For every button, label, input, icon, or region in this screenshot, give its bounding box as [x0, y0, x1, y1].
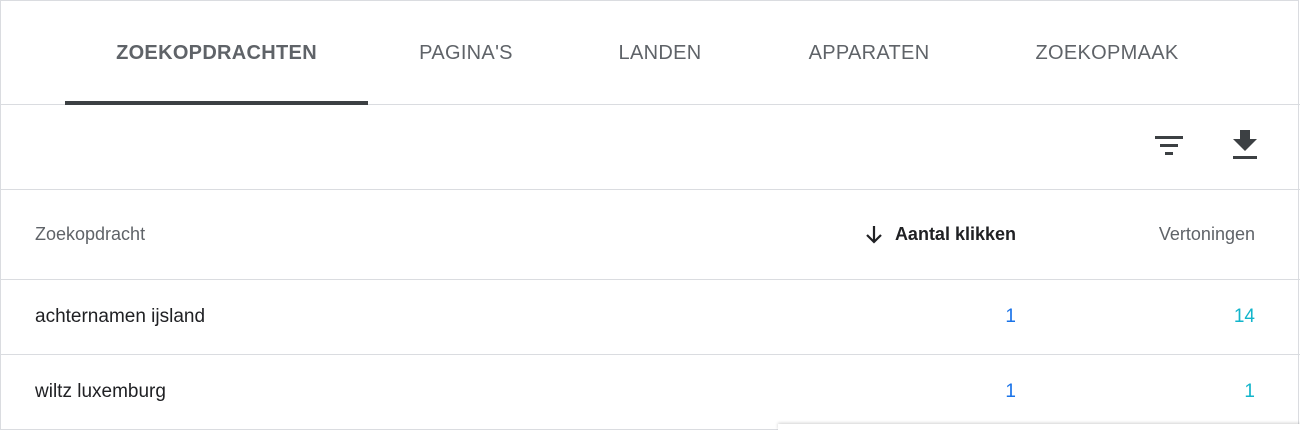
tab-pages-label: PAGINA'S [419, 41, 513, 64]
table-row[interactable]: achternamen ijsland 1 14 [1, 280, 1300, 355]
tab-devices-label: APPARATEN [808, 41, 930, 64]
overlay-card-edge [778, 424, 1300, 430]
impressions-cell: 14 [1233, 306, 1255, 327]
tab-bar: ZOEKOPDRACHTEN PAGINA'S LANDEN APPARATEN… [1, 1, 1300, 105]
column-header-query-label: Zoekopdracht [35, 224, 146, 244]
column-header-query[interactable]: Zoekopdracht [35, 190, 145, 279]
column-header-impressions-label: Vertoningen [1158, 224, 1255, 244]
report-panel: ZOEKOPDRACHTEN PAGINA'S LANDEN APPARATEN… [0, 0, 1300, 430]
column-header-impressions[interactable]: Vertoningen [1159, 190, 1255, 279]
column-header-clicks[interactable]: Aantal klikken [865, 190, 1016, 279]
table-header-row: Zoekopdracht Aantal klikken Vertoningen [1, 190, 1300, 280]
tab-countries[interactable]: LANDEN [564, 1, 756, 105]
query-cell: achternamen ijsland [35, 306, 206, 327]
table-row[interactable]: wiltz luxemburg 1 1 [1, 355, 1300, 430]
tab-devices[interactable]: APPARATEN [756, 1, 982, 105]
clicks-cell: 1 [1005, 381, 1016, 402]
table-toolbar [1, 105, 1300, 190]
column-header-clicks-label: Aantal klikken [894, 224, 1016, 244]
tab-queries-label: ZOEKOPDRACHTEN [116, 41, 317, 64]
download-icon [1233, 130, 1257, 159]
tab-queries[interactable]: ZOEKOPDRACHTEN [65, 1, 368, 105]
tab-search-appearance-label: ZOEKOPMAAK [1035, 41, 1179, 64]
tab-countries-label: LANDEN [618, 41, 702, 64]
query-cell: wiltz luxemburg [35, 381, 166, 402]
impressions-cell: 1 [1244, 381, 1255, 402]
tab-pages[interactable]: PAGINA'S [368, 1, 564, 105]
clicks-cell: 1 [1005, 306, 1016, 327]
filter-button[interactable] [1149, 125, 1189, 165]
tab-search-appearance[interactable]: ZOEKOPMAAK [982, 1, 1232, 105]
arrow-down-icon [865, 225, 883, 245]
filter-icon [1155, 136, 1183, 155]
download-button[interactable] [1225, 125, 1265, 165]
